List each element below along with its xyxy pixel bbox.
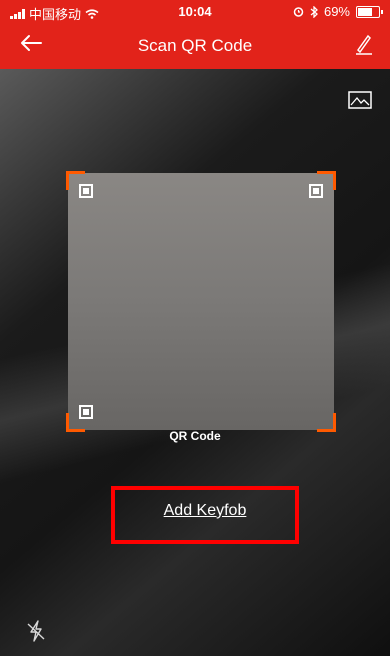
qr-frame-label: QR Code	[169, 429, 221, 443]
qr-finder-marker	[309, 184, 323, 198]
add-keyfob-link[interactable]: Add Keyfob	[0, 502, 390, 520]
qr-finder-marker	[79, 184, 93, 198]
pencil-icon	[356, 34, 372, 55]
qr-scan-frame	[66, 171, 336, 432]
bluetooth-icon	[310, 5, 318, 18]
flash-off-icon	[27, 620, 45, 642]
battery-percent: 69%	[323, 4, 350, 19]
alarm-icon	[293, 7, 304, 17]
gallery-button[interactable]	[348, 91, 372, 109]
top-bar: 中国移动 10:04 69% Scan QR Code	[0, 0, 390, 69]
page-title: Scan QR Code	[137, 36, 253, 55]
header: Scan QR Code	[0, 22, 390, 69]
edit-button[interactable]	[340, 30, 376, 60]
status-right: 69%	[293, 4, 383, 19]
battery-icon	[356, 5, 383, 18]
qr-finder-marker	[79, 405, 93, 419]
flash-button[interactable]	[26, 620, 46, 642]
status-bar: 中国移动 10:04 69%	[0, 0, 390, 22]
image-icon	[348, 91, 372, 109]
